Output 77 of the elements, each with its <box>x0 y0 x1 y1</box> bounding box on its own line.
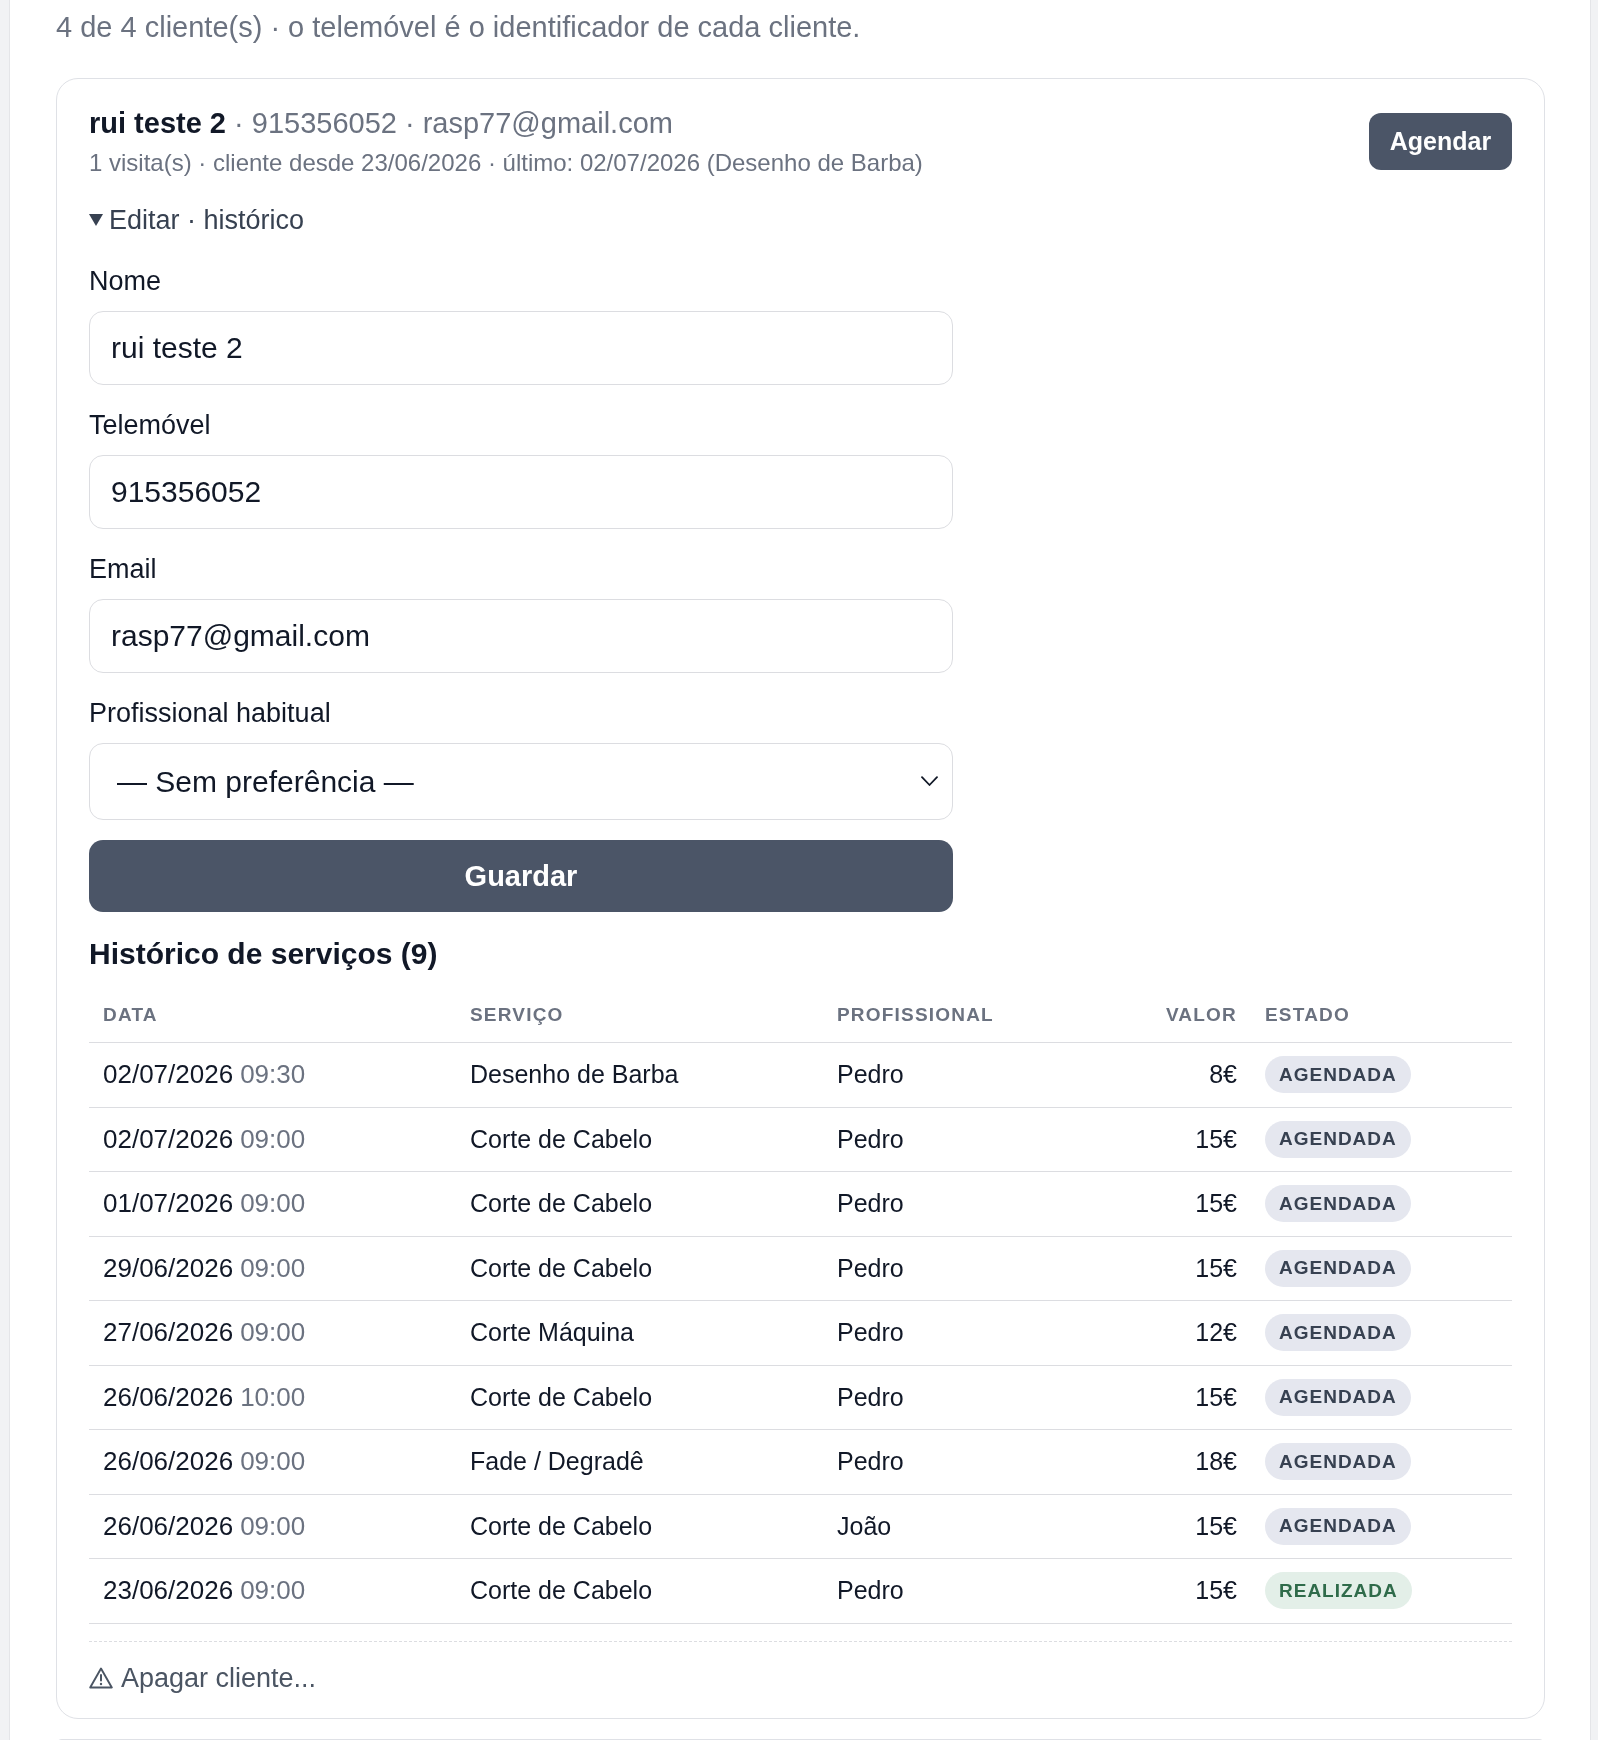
column-header: VALOR <box>1164 1004 1238 1026</box>
table-cell-text: 12€ <box>1194 1318 1238 1348</box>
input-field[interactable]: 915356052 <box>89 455 953 529</box>
table-cell-text: Corte de Cabelo <box>469 1189 654 1219</box>
date-text: 27/06/2026 <box>103 1317 234 1349</box>
table-cell-text: Pedro <box>836 1253 905 1283</box>
table-cell-text: Pedro <box>836 1447 905 1477</box>
date-text: 02/07/2026 <box>103 1123 234 1155</box>
table-cell-text: Corte de Cabelo <box>469 1253 654 1283</box>
table-cell-text: Corte de Cabelo <box>469 1124 654 1154</box>
date-text: 01/07/2026 <box>103 1188 234 1220</box>
table-cell-text: 8€ <box>1208 1060 1238 1090</box>
time-text: 09:00 <box>240 1510 306 1542</box>
table-cell-text: 15€ <box>1194 1511 1238 1541</box>
edit-history-toggle[interactable]: Editar · histórico <box>89 204 305 236</box>
time-text: 09:00 <box>240 1252 306 1284</box>
client-heading: rui teste 2 · 915356052 · rasp77@gmail.com <box>89 106 674 141</box>
field-label: Nome <box>89 265 163 297</box>
time-text: 09:00 <box>240 1188 306 1220</box>
table-cell-text: Pedro <box>836 1124 905 1154</box>
time-text: 09:00 <box>240 1123 306 1155</box>
results-summary: 4 de 4 cliente(s) · o telemóvel é o identificador de cada cliente. <box>56 10 862 44</box>
field-label: Profissional habitual <box>89 697 332 729</box>
time-text: 09:00 <box>240 1446 306 1478</box>
warning-icon <box>89 1666 113 1689</box>
status-badge: AGENDADA <box>1265 1314 1411 1352</box>
status-badge: AGENDADA <box>1265 1185 1411 1223</box>
section-title: Histórico de serviços (9) <box>89 936 439 972</box>
input-field[interactable]: rui teste 2 <box>89 311 953 385</box>
client-details: 1 visita(s) · cliente desde 23/06/2026 · último: 02/07/2026 (Desenho de Barba) <box>89 149 923 177</box>
table-cell-text: Pedro <box>836 1382 905 1412</box>
table-cell-text: Corte de Cabelo <box>469 1511 654 1541</box>
status-badge: AGENDADA <box>1265 1249 1411 1287</box>
select-field[interactable]: — Sem preferência — <box>89 743 953 820</box>
date-text: 26/06/2026 <box>103 1446 234 1478</box>
status-badge: AGENDADA <box>1265 1378 1411 1416</box>
table-cell-text: 15€ <box>1194 1382 1238 1412</box>
table-cell-text: Pedro <box>836 1318 905 1348</box>
table-cell-text: Corte de Cabelo <box>469 1382 654 1412</box>
table-cell-text: 15€ <box>1194 1576 1238 1606</box>
delete-client-button[interactable]: Apagar cliente... <box>89 1661 317 1694</box>
time-text: 09:30 <box>240 1059 306 1091</box>
table-cell-text: Pedro <box>836 1189 905 1219</box>
date-text: 23/06/2026 <box>103 1575 234 1607</box>
column-header: SERVIÇO <box>469 1004 565 1026</box>
chevron-down-icon <box>921 776 938 787</box>
field-label: Telemóvel <box>89 409 212 441</box>
table-cell-text: Pedro <box>836 1576 905 1606</box>
time-text: 09:00 <box>240 1317 306 1349</box>
input-field[interactable]: rasp77@gmail.com <box>89 599 953 673</box>
field-label: Email <box>89 553 158 585</box>
table-cell-text: João <box>836 1511 893 1541</box>
date-text: 29/06/2026 <box>103 1252 234 1284</box>
table-cell-text: Corte Máquina <box>469 1318 635 1348</box>
status-badge: REALIZADA <box>1265 1572 1412 1610</box>
table-cell-text: Corte de Cabelo <box>469 1576 654 1606</box>
table-cell-text: 15€ <box>1194 1189 1238 1219</box>
table-cell-text: 18€ <box>1194 1447 1238 1477</box>
schedule-button[interactable]: Agendar <box>1369 113 1512 170</box>
date-text: 26/06/2026 <box>103 1510 234 1542</box>
save-button[interactable]: Guardar <box>89 840 953 912</box>
time-text: 09:00 <box>240 1575 306 1607</box>
column-header: ESTADO <box>1264 1004 1351 1026</box>
column-header: PROFISSIONAL <box>836 1004 995 1026</box>
table-cell-text: Desenho de Barba <box>469 1060 680 1090</box>
table-cell-text: 15€ <box>1194 1124 1238 1154</box>
status-badge: AGENDADA <box>1265 1507 1411 1545</box>
status-badge: AGENDADA <box>1265 1443 1411 1481</box>
date-text: 26/06/2026 <box>103 1381 234 1413</box>
table-cell-text: Pedro <box>836 1060 905 1090</box>
column-header: DATA <box>102 1004 159 1026</box>
table-cell-text: 15€ <box>1194 1253 1238 1283</box>
status-badge: AGENDADA <box>1265 1056 1411 1094</box>
time-text: 10:00 <box>240 1381 306 1413</box>
table-cell-text: Fade / Degradê <box>469 1447 645 1477</box>
status-badge: AGENDADA <box>1265 1120 1411 1158</box>
date-text: 02/07/2026 <box>103 1059 234 1091</box>
